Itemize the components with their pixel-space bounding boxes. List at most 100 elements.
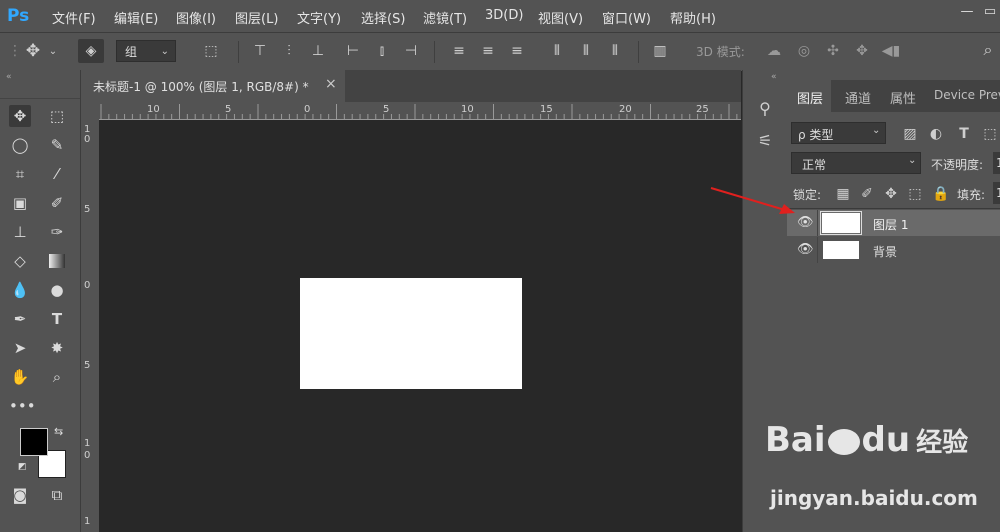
maximize-button[interactable]: ▭ bbox=[978, 3, 1000, 21]
brush-tool-icon[interactable]: ✐ bbox=[46, 192, 68, 214]
distribute-bottom-icon[interactable]: ≡ bbox=[507, 42, 527, 60]
blend-mode-dropdown[interactable]: 正常 ⌄ bbox=[791, 152, 921, 174]
visibility-eye-icon[interactable]: 👁 bbox=[797, 242, 814, 257]
collapse-icon[interactable]: « bbox=[771, 72, 777, 82]
transform-controls-icon[interactable]: ⬚ bbox=[200, 42, 222, 60]
swap-colors-icon[interactable]: ⇆ bbox=[54, 425, 63, 438]
pen-tool-icon[interactable]: ✒ bbox=[9, 308, 31, 330]
eyedropper-tool-icon[interactable]: ⁄ bbox=[46, 163, 68, 185]
dodge-tool-icon[interactable]: ● bbox=[46, 279, 68, 301]
zoom-tool-icon[interactable]: ⌕ bbox=[46, 366, 68, 388]
layer-name[interactable]: 背景 bbox=[873, 243, 897, 260]
search-icon[interactable]: ⌕ bbox=[978, 41, 998, 59]
move-tool-icon[interactable]: ✥ bbox=[22, 42, 44, 60]
layer-thumbnail bbox=[820, 211, 862, 235]
menu-view[interactable]: 视图(V) bbox=[538, 8, 583, 27]
align-bottom-icon[interactable]: ⊥ bbox=[308, 42, 328, 60]
distribute-top-icon[interactable]: ≡ bbox=[449, 42, 469, 60]
baidu-watermark: Bai du 经验 bbox=[765, 420, 968, 460]
auto-align-icon[interactable]: ▥ bbox=[650, 42, 670, 60]
tab-device-preview[interactable]: Device Previ bbox=[934, 88, 1000, 102]
3d-roll-icon[interactable]: ◎ bbox=[794, 42, 814, 60]
custom-shape-tool-icon[interactable]: ✸ bbox=[46, 337, 68, 359]
menu-layer[interactable]: 图层(L) bbox=[235, 8, 278, 27]
lock-all-icon[interactable]: 🔒 bbox=[932, 185, 949, 203]
history-brush-tool-icon[interactable]: ✑ bbox=[46, 221, 68, 243]
marquee-tool-icon[interactable]: ⬚ bbox=[46, 105, 68, 127]
menu-image[interactable]: 图像(I) bbox=[176, 8, 216, 27]
align-right-icon[interactable]: ⊣ bbox=[401, 42, 421, 60]
align-left-icon[interactable]: ⊢ bbox=[343, 42, 363, 60]
ruler-label: 0 bbox=[304, 104, 311, 115]
crop-tool-icon[interactable]: ⌗ bbox=[9, 163, 31, 185]
layer-1-white-rectangle[interactable] bbox=[300, 278, 522, 389]
move-tool-icon[interactable]: ✥ bbox=[9, 105, 31, 127]
gradient-tool-icon[interactable] bbox=[49, 254, 65, 268]
collapsed-panel-dock: « ⚲ ⚟ bbox=[742, 70, 788, 532]
annotation-arrow bbox=[710, 187, 795, 214]
menu-window[interactable]: 窗口(W) bbox=[602, 8, 651, 27]
layer-name[interactable]: 图层 1 bbox=[873, 216, 908, 233]
filter-adjustment-icon[interactable]: ◐ bbox=[927, 125, 945, 143]
more-tools-icon[interactable]: ••• bbox=[9, 395, 36, 417]
lock-transparent-icon[interactable]: ▦ bbox=[835, 185, 851, 203]
auto-select-target-dropdown[interactable]: 组 ⌄ bbox=[116, 40, 176, 62]
collapse-icon[interactable]: « bbox=[6, 72, 12, 82]
eraser-tool-icon[interactable]: ◇ bbox=[9, 250, 31, 272]
opacity-input[interactable]: 1 bbox=[993, 152, 1000, 174]
lock-image-icon[interactable]: ✐ bbox=[859, 185, 875, 203]
lock-artboard-icon[interactable]: ⬚ bbox=[907, 185, 923, 203]
type-tool-icon[interactable]: T bbox=[46, 308, 68, 330]
distribute-left-icon[interactable]: ⦀ bbox=[547, 42, 567, 60]
default-colors-icon[interactable]: ◩ bbox=[18, 462, 27, 472]
tab-channels[interactable]: 通道 bbox=[845, 88, 871, 107]
3d-drag-icon[interactable]: ✣ bbox=[823, 42, 843, 60]
filter-pixel-icon[interactable]: ▨ bbox=[901, 125, 919, 143]
minimize-button[interactable]: — bbox=[955, 3, 979, 21]
distribute-vcenter-icon[interactable]: ≡ bbox=[478, 42, 498, 60]
lock-position-icon[interactable]: ✥ bbox=[883, 185, 899, 203]
tab-properties[interactable]: 属性 bbox=[890, 88, 916, 107]
healing-brush-tool-icon[interactable]: ▣ bbox=[9, 192, 31, 214]
hand-tool-icon[interactable]: ✋ bbox=[9, 366, 31, 388]
quick-mask-icon[interactable]: ◙ bbox=[9, 484, 31, 506]
menu-filter[interactable]: 滤镜(T) bbox=[423, 8, 467, 27]
adjustments-icon[interactable]: ⚟ bbox=[753, 132, 777, 150]
3d-orbit-icon[interactable]: ☁ bbox=[764, 42, 784, 60]
options-bar: ⋮ ✥ ⌄ ◈ 组 ⌄ ⬚ ⊤ ⫶ ⊥ ⊢ ⫾ ⊣ ≡ ≡ ≡ ⦀ ⦀ ⦀ ▥ … bbox=[0, 32, 1000, 71]
layer-row-layer-1[interactable]: 👁 图层 1 bbox=[787, 210, 1000, 236]
tab-layers[interactable]: 图层 bbox=[797, 88, 823, 107]
layer-filter-dropdown[interactable]: ρ 类型 ⌄ bbox=[791, 122, 886, 144]
filter-shape-icon[interactable]: ⬚ bbox=[981, 125, 999, 143]
lasso-tool-icon[interactable]: ◯ bbox=[9, 134, 31, 156]
distribute-hcenter-icon[interactable]: ⦀ bbox=[576, 42, 596, 60]
menu-type[interactable]: 文字(Y) bbox=[297, 8, 341, 27]
menu-3d[interactable]: 3D(D) bbox=[485, 8, 523, 23]
fill-input[interactable]: 1 bbox=[993, 182, 1000, 204]
brush-presets-icon[interactable]: ⚲ bbox=[753, 100, 777, 118]
paw-icon bbox=[827, 428, 860, 455]
align-vcenter-icon[interactable]: ⫶ bbox=[279, 42, 299, 60]
blur-tool-icon[interactable]: 💧 bbox=[9, 279, 31, 301]
path-selection-tool-icon[interactable]: ➤ bbox=[9, 337, 31, 359]
align-hcenter-icon[interactable]: ⫾ bbox=[372, 42, 392, 60]
menu-select[interactable]: 选择(S) bbox=[361, 8, 405, 27]
align-top-icon[interactable]: ⊤ bbox=[250, 42, 270, 60]
foreground-color-swatch[interactable] bbox=[20, 428, 48, 456]
menu-edit[interactable]: 编辑(E) bbox=[114, 8, 158, 27]
chevron-down-icon[interactable]: ⌄ bbox=[46, 43, 60, 61]
screen-mode-icon[interactable]: ⧉ bbox=[46, 484, 68, 506]
auto-select-icon[interactable]: ◈ bbox=[78, 39, 104, 63]
close-icon[interactable]: × bbox=[325, 76, 337, 92]
distribute-right-icon[interactable]: ⦀ bbox=[605, 42, 625, 60]
3d-scale-icon[interactable]: ◀▮ bbox=[881, 42, 901, 60]
divider bbox=[817, 237, 818, 263]
layer-row-background[interactable]: 👁 背景 bbox=[787, 237, 1000, 263]
menu-help[interactable]: 帮助(H) bbox=[670, 8, 716, 27]
menu-file[interactable]: 文件(F) bbox=[52, 8, 96, 27]
3d-slide-icon[interactable]: ✥ bbox=[852, 42, 872, 60]
clone-stamp-tool-icon[interactable]: ⊥ bbox=[9, 221, 31, 243]
quick-select-tool-icon[interactable]: ✎ bbox=[46, 134, 68, 156]
document-tab[interactable]: 未标题-1 @ 100% (图层 1, RGB/8#) * × bbox=[81, 70, 345, 102]
filter-type-icon[interactable]: T bbox=[955, 125, 973, 143]
